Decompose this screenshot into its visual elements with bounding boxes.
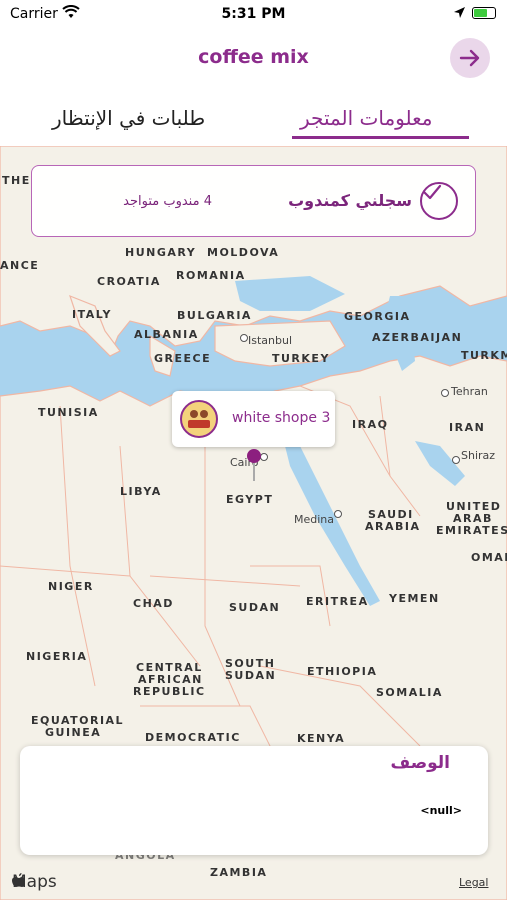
city-dot — [240, 334, 248, 342]
map-label: YEMEN — [389, 592, 440, 605]
map-label: ALBANIA — [134, 328, 199, 341]
map-label: TUNISIA — [38, 406, 99, 419]
map-label: SUDAN — [225, 669, 277, 682]
status-bar: Carrier 5:31 PM — [0, 0, 507, 30]
map-label: NIGERIA — [26, 650, 88, 663]
map-label: GEORGIA — [344, 310, 411, 323]
city-label: Istanbul — [248, 334, 293, 347]
city-dot — [452, 456, 460, 464]
tab-bar: معلومات المتجر طلبات في الإنتظار — [0, 88, 507, 146]
back-button[interactable] — [450, 38, 490, 78]
map-label: KENYA — [297, 732, 346, 745]
map-label: GREECE — [154, 352, 212, 365]
map-label: SOMALIA — [376, 686, 443, 699]
tab-store-info[interactable]: معلومات المتجر — [300, 106, 433, 130]
store-name: white shope 3 — [232, 410, 331, 426]
map-label: CHAD — [133, 597, 174, 610]
map-label: ANCE — [0, 259, 40, 272]
city-label: Shiraz — [461, 449, 496, 462]
apple-icon — [12, 873, 25, 887]
map-label: TURKM — [461, 349, 507, 362]
city-label: Medina — [294, 513, 335, 526]
map-label: NIGER — [48, 580, 94, 593]
legal-link[interactable]: Legal — [459, 876, 488, 889]
available-delegates-count: 4 مندوب متواجد — [123, 194, 212, 209]
map-label: TURKEY — [272, 352, 330, 365]
tab-pending-orders[interactable]: طلبات في الإنتظار — [52, 106, 205, 130]
map-label: ZAMBIA — [210, 866, 268, 879]
map-label: SUDAN — [229, 601, 281, 614]
map-label: IRAQ — [352, 418, 389, 431]
register-delegate-card[interactable]: سجلني كمندوب 4 مندوب متواجد — [31, 165, 476, 237]
status-time: 5:31 PM — [221, 6, 286, 22]
description-card: الوصف <null> — [20, 746, 488, 855]
map-label: DEMOCRATIC — [145, 731, 241, 744]
nav-bar: coffee mix — [0, 30, 507, 88]
map-label: OMAN — [471, 551, 507, 564]
map-label: AZERBAIJAN — [372, 331, 463, 344]
city-label: Tehran — [451, 385, 488, 398]
map-label: BULGARIA — [177, 309, 252, 322]
map-label: ROMANIA — [176, 269, 246, 282]
store-pin[interactable] — [247, 449, 261, 463]
location-arrow-icon — [453, 6, 466, 23]
map-label: GUINEA — [45, 726, 102, 739]
store-avatar — [180, 400, 218, 438]
apple-maps-logo: Maps — [12, 872, 57, 892]
map-label: CROATIA — [97, 275, 161, 288]
map-label: EMIRATES — [436, 524, 507, 537]
register-delegate-label: سجلني كمندوب — [288, 191, 412, 210]
tab-indicator — [292, 136, 469, 139]
map-label: IRAN — [449, 421, 486, 434]
arrow-right-icon — [459, 49, 480, 67]
map-label: ARABIA — [365, 520, 421, 533]
map-label: MOLDOVA — [207, 246, 280, 259]
map-label: ETHIOPIA — [307, 665, 378, 678]
pin-stem — [253, 463, 255, 481]
city-dot — [260, 453, 268, 461]
map-label: LIBYA — [120, 485, 162, 498]
battery-icon — [472, 7, 496, 19]
map-label: ITALY — [72, 308, 113, 321]
description-value: <null> — [420, 804, 462, 817]
store-callout[interactable]: white shope 3 — [172, 391, 335, 447]
description-label: الوصف — [390, 753, 450, 773]
map-label: REPUBLIC — [133, 685, 206, 698]
page-title: coffee mix — [198, 46, 309, 68]
map-label: ERITREA — [306, 595, 369, 608]
map-label: EGYPT — [226, 493, 274, 506]
register-check-button[interactable] — [420, 182, 458, 220]
store-logo-icon — [183, 403, 215, 435]
city-dot — [334, 510, 342, 518]
map-view[interactable]: THE ANCE HUNGARY MOLDOVA ROMANIA CROATIA… — [0, 146, 507, 900]
city-dot — [441, 389, 449, 397]
map-label: THE — [2, 174, 31, 187]
map-label: HUNGARY — [125, 246, 197, 259]
check-icon — [422, 184, 442, 200]
